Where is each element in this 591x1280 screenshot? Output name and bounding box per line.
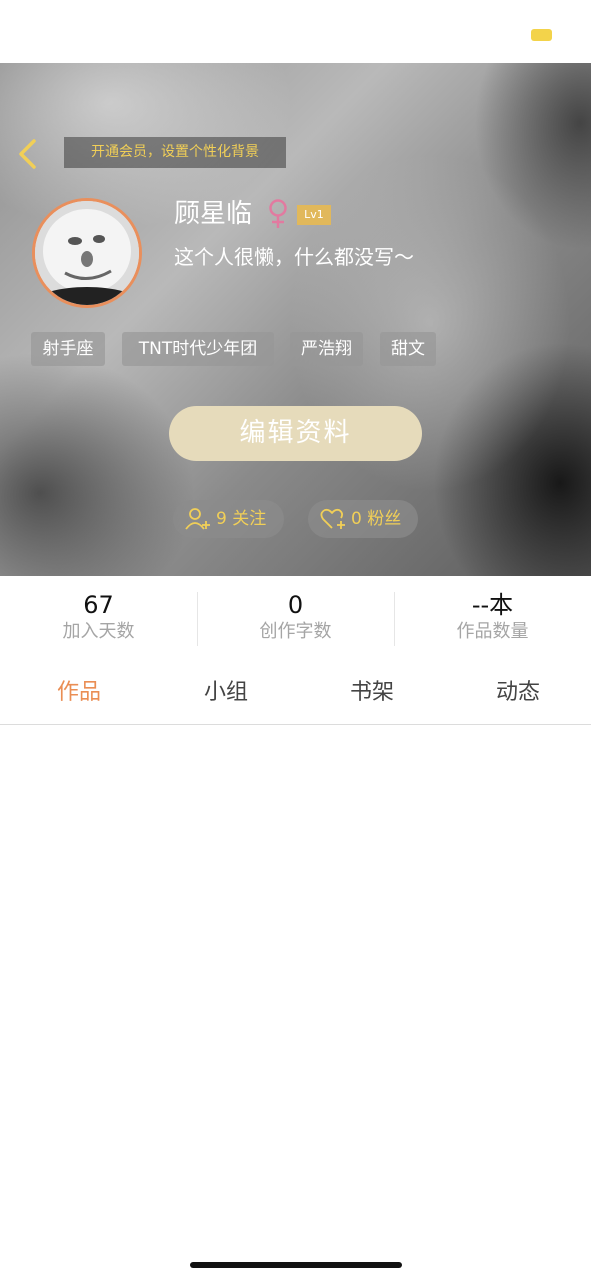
level-badge: Lv1 [297, 205, 331, 225]
tab-bookshelf[interactable]: 书架 [298, 662, 446, 724]
status-bar [0, 0, 591, 63]
following-count: 9 关注 [216, 509, 267, 529]
tab-works[interactable]: 作品 [5, 662, 153, 724]
stat-value: 67 [83, 591, 114, 619]
vip-background-banner[interactable]: 开通会员，设置个性化背景 [64, 137, 286, 168]
stat-label: 创作字数 [259, 621, 332, 642]
edit-profile-button[interactable]: 编辑资料 [169, 406, 422, 461]
home-indicator[interactable] [190, 1262, 402, 1268]
female-icon [267, 198, 289, 230]
profile-tabs: 作品 小组 书架 动态 [0, 662, 591, 725]
avatar[interactable] [32, 198, 142, 308]
stat-word-count: 0 创作字数 [197, 590, 394, 644]
stat-works-count: --本 作品数量 [394, 590, 591, 644]
tag-item[interactable]: 甜文 [380, 332, 436, 366]
tag-item[interactable]: 严浩翔 [290, 332, 363, 366]
tab-groups[interactable]: 小组 [152, 662, 300, 724]
profile-bio: 这个人很懒，什么都没写～ [174, 245, 414, 269]
tag-item[interactable]: TNT时代少年团 [122, 332, 274, 366]
back-arrow-icon[interactable] [16, 138, 44, 170]
profile-name: 顾星临 [174, 199, 253, 229]
heart-plus-icon [320, 508, 345, 529]
followers-count: 0 粉丝 [351, 509, 402, 529]
stat-value: --本 [471, 591, 514, 619]
stats-bar: 67 加入天数 0 创作字数 --本 作品数量 [0, 576, 591, 661]
tag-item[interactable]: 射手座 [31, 332, 105, 366]
stat-label: 作品数量 [456, 621, 529, 642]
followers-button[interactable]: 0 粉丝 [308, 500, 418, 538]
stat-value: 0 [287, 591, 304, 619]
add-person-icon [185, 508, 210, 530]
tab-activity[interactable]: 动态 [444, 662, 591, 724]
stat-label: 加入天数 [62, 621, 135, 642]
stat-join-days: 67 加入天数 [0, 590, 197, 644]
following-button[interactable]: 9 关注 [173, 500, 284, 538]
battery-icon [531, 29, 552, 41]
